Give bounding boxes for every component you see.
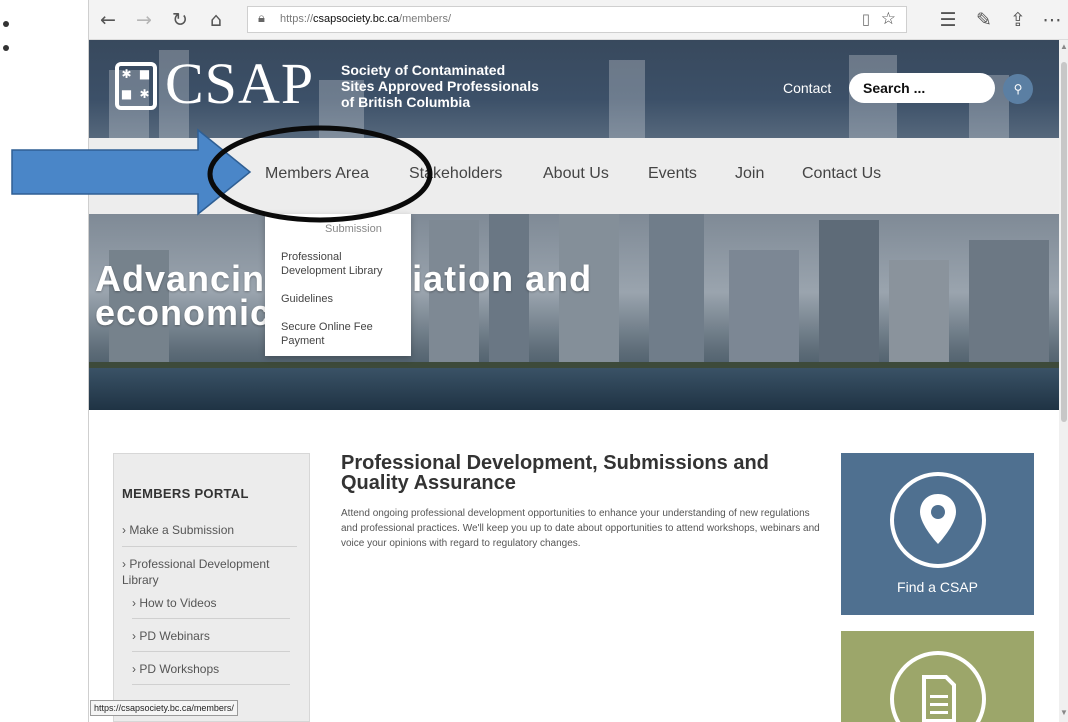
logo-snowflake-icon: ✱: [139, 87, 150, 101]
nav-item-contact-us[interactable]: Contact Us: [802, 165, 881, 183]
main-nav: Members Area Stakeholders About Us Event…: [89, 138, 1059, 214]
back-icon[interactable]: ←: [95, 7, 121, 33]
forward-icon[interactable]: →: [131, 7, 157, 33]
browser-window: ← → ↻ ⌂ 🔒︎ https://csapsociety.bc.ca/mem…: [88, 0, 1068, 722]
dropdown-item-guidelines[interactable]: Guidelines: [281, 292, 405, 306]
tagline-line: Society of Contaminated: [341, 62, 506, 78]
portal-link-label: Professional Development Library: [122, 557, 270, 587]
url-prefix: https://: [280, 13, 314, 25]
url-path: /members/: [399, 13, 452, 25]
nav-item-events[interactable]: Events: [648, 165, 697, 183]
scroll-up-icon[interactable]: ▲: [1060, 42, 1068, 51]
status-url-tooltip: https://csapsociety.bc.ca/members/: [90, 700, 238, 716]
hero-water: [89, 368, 1059, 410]
location-pin-graphic: [920, 494, 956, 544]
logo-wordmark[interactable]: CSAP: [165, 52, 314, 116]
nav-item-members-area[interactable]: Members Area: [265, 165, 369, 183]
page-scrollbar[interactable]: ▲ ▼: [1059, 40, 1068, 722]
sign-icon[interactable]: ✎: [971, 7, 997, 33]
more-icon[interactable]: ⋯: [1039, 7, 1065, 33]
location-pin-icon: [890, 472, 986, 568]
dropdown-item-submission[interactable]: Submission: [281, 222, 405, 236]
document-icon: [890, 651, 986, 722]
favorite-star-icon[interactable]: ☆: [881, 9, 896, 29]
dropdown-item-fee-payment[interactable]: Secure Online Fee Payment: [281, 320, 405, 348]
portal-link-label: Make a Submission: [129, 523, 235, 537]
members-area-dropdown: Submission Professional Development Libr…: [265, 214, 411, 356]
section-body: Attend ongoing professional development …: [341, 508, 820, 549]
members-portal-sidebar: MEMBERS PORTAL › Make a Submission › Pro…: [113, 453, 310, 722]
portal-link-make-submission[interactable]: › Make a Submission: [122, 522, 234, 538]
section-heading: Professional Development, Submissions an…: [341, 452, 769, 494]
share-icon[interactable]: ⇪: [1005, 7, 1031, 33]
nav-item-stakeholders[interactable]: Stakeholders: [409, 165, 502, 183]
reader-view-icon[interactable]: ▯: [862, 10, 870, 28]
margin-dot: [3, 45, 9, 51]
favorites-icon[interactable]: ☰: [935, 7, 961, 33]
documents-card[interactable]: [841, 631, 1034, 722]
portal-title: MEMBERS PORTAL: [122, 486, 249, 501]
portal-divider: [132, 684, 290, 685]
address-url[interactable]: https://csapsociety.bc.ca/members/: [280, 13, 451, 25]
tagline-line: of British Columbia: [341, 94, 471, 110]
dropdown-item-pd-library[interactable]: Professional Development Library: [281, 250, 405, 278]
scrollbar-thumb[interactable]: [1061, 62, 1067, 422]
main-content: MEMBERS PORTAL › Make a Submission › Pro…: [89, 410, 1059, 722]
portal-link-pd-library[interactable]: › Professional Development Library: [122, 556, 292, 588]
address-bar[interactable]: 🔒︎ https://csapsociety.bc.ca/members/ ▯ …: [247, 6, 907, 33]
tagline-line: Sites Approved Professionals: [341, 78, 539, 94]
scroll-down-icon[interactable]: ▼: [1060, 708, 1068, 717]
hero-building: [819, 220, 879, 370]
portal-link-label: PD Webinars: [139, 629, 210, 643]
document-graphic: [922, 675, 956, 722]
screenshot-root: ← → ↻ ⌂ 🔒︎ https://csapsociety.bc.ca/mem…: [0, 0, 1068, 722]
portal-divider: [122, 546, 297, 547]
portal-link-pd-workshops[interactable]: › PD Workshops: [132, 661, 219, 677]
header-contact-link[interactable]: Contact: [783, 80, 831, 96]
logo-mark[interactable]: ✱ ■ ■ ✱: [115, 62, 157, 110]
find-csap-label: Find a CSAP: [897, 579, 978, 595]
portal-divider: [132, 651, 290, 652]
refresh-icon[interactable]: ↻: [167, 7, 193, 33]
logo-square-icon: ■: [120, 87, 133, 101]
page-viewport: ✱ ■ ■ ✱ CSAP Society of Contaminated Sit…: [89, 40, 1059, 722]
hero-building: [729, 250, 799, 370]
nav-item-about-us[interactable]: About Us: [543, 165, 609, 183]
site-header: ✱ ■ ■ ✱ CSAP Society of Contaminated Sit…: [89, 40, 1059, 138]
portal-link-how-to-videos[interactable]: › How to Videos: [132, 595, 217, 611]
portal-link-pd-webinars[interactable]: › PD Webinars: [132, 628, 210, 644]
hero-building: [969, 240, 1049, 370]
logo-square-icon: ■: [138, 67, 151, 81]
search-icon[interactable]: ⚲: [1003, 74, 1033, 104]
portal-link-label: How to Videos: [139, 596, 217, 610]
logo-snowflake-icon: ✱: [121, 67, 132, 81]
hero-banner: Advancing remediation and economic growt…: [89, 214, 1059, 410]
portal-link-label: PD Workshops: [139, 662, 220, 676]
margin-dot: [3, 21, 9, 27]
logo-tagline: Society of Contaminated Sites Approved P…: [341, 62, 539, 110]
home-icon[interactable]: ⌂: [203, 7, 229, 33]
hero-building: [889, 260, 949, 370]
lock-icon: 🔒︎: [258, 11, 265, 26]
portal-divider: [132, 618, 290, 619]
url-domain: csapsociety.bc.ca: [313, 13, 400, 25]
nav-item-join[interactable]: Join: [735, 165, 764, 183]
search-input[interactable]: [849, 73, 995, 103]
browser-toolbar: ← → ↻ ⌂ 🔒︎ https://csapsociety.bc.ca/mem…: [89, 0, 1068, 40]
hero-building: [649, 214, 704, 370]
find-csap-card[interactable]: Find a CSAP: [841, 453, 1034, 615]
